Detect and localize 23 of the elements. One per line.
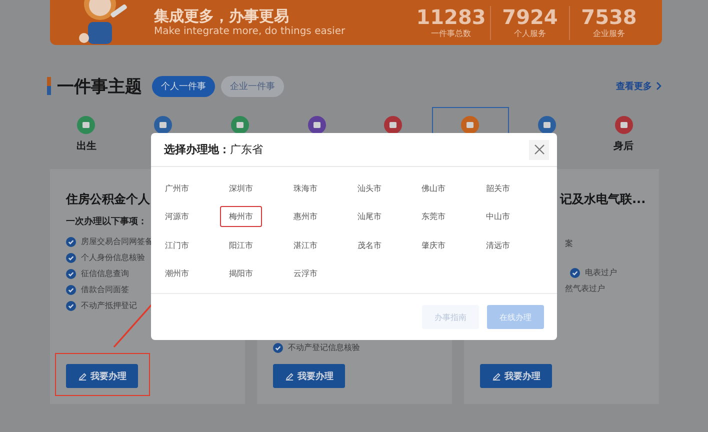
topic-label: 身后 <box>614 140 634 153</box>
task-item: 借款合同面签 <box>81 284 129 295</box>
banner-subheading: Make integrate more, do things easier <box>154 24 346 38</box>
stat-label: 企业服务 <box>593 28 625 40</box>
dialog-title: 选择办理地：广东省 <box>164 142 263 157</box>
banner-heading: 集成更多，办事更易 <box>154 6 290 24</box>
card-title: 记及水电气联... <box>558 191 646 207</box>
stat-value: 7924 <box>502 6 558 28</box>
task-item: 不动产登记信息核验 <box>288 342 360 353</box>
task-item: 电表过户 <box>585 267 617 278</box>
card-subtitle: 一次办理以下事项： <box>66 215 147 228</box>
stat-label: 一件事总数 <box>431 28 471 40</box>
topic-label: 出生 <box>76 140 96 153</box>
stat-value: 11283 <box>416 6 486 28</box>
section-title: 一件事主题 <box>57 76 142 98</box>
task-item: 个人身份信息核验 <box>81 252 145 263</box>
task-item: 不动产抵押登记 <box>81 300 137 311</box>
stat-value: 7538 <box>581 6 637 28</box>
task-item: 然气表过户 <box>565 283 605 294</box>
stat-label: 个人服务 <box>514 28 546 40</box>
card-title: 住房公积金个人 <box>66 191 150 207</box>
task-item: 征信信息查询 <box>81 268 129 279</box>
task-item: 案 <box>565 238 573 249</box>
